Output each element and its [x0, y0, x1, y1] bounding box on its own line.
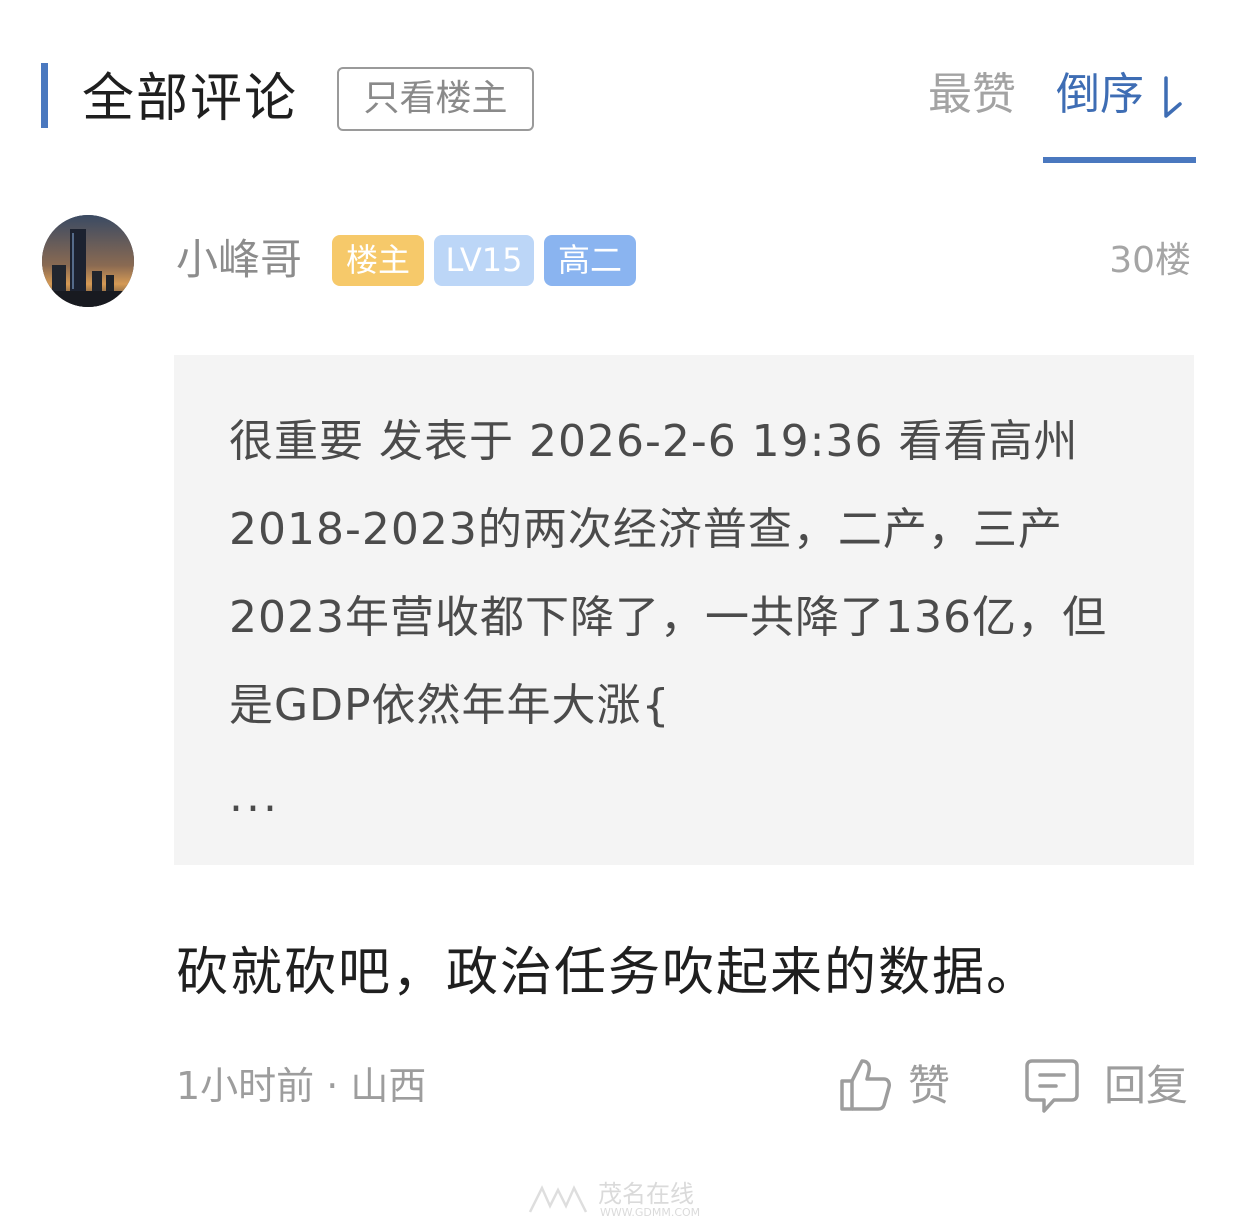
quoted-comment[interactable]: 很重要 发表于 2026-2-6 19:36 看看高州2018-2023的两次经…: [174, 355, 1194, 865]
like-button[interactable]: 赞: [838, 1053, 958, 1119]
reply-label: 回复: [1104, 1061, 1189, 1110]
op-badge: 楼主: [332, 235, 424, 286]
page-title: 全部评论: [82, 69, 299, 129]
sort-most-liked-tab[interactable]: 最赞: [928, 64, 1016, 126]
comments-header: 全部评论 只看楼主 最赞 倒序: [0, 0, 1239, 170]
grade-badge: 高二: [544, 235, 636, 286]
site-logo-icon: [528, 1185, 588, 1213]
thumbs-up-icon: [840, 1059, 891, 1111]
comment-meta: 1小时前 · 山西: [176, 1064, 427, 1108]
arrow-down-icon[interactable]: [1156, 74, 1186, 122]
watermark: 茂名在线 WWW.GDMM.COM: [528, 1180, 728, 1220]
username[interactable]: 小峰哥: [176, 230, 302, 290]
only-op-button[interactable]: 只看楼主: [337, 67, 534, 131]
sort-descending-tab[interactable]: 倒序: [1056, 64, 1144, 126]
floor-number: 30楼: [1109, 240, 1191, 281]
like-label: 赞: [908, 1061, 951, 1110]
reply-button[interactable]: 回复: [1024, 1053, 1194, 1119]
avatar[interactable]: [42, 215, 134, 307]
quote-more-ellipsis: ...: [229, 771, 280, 822]
watermark-url: WWW.GDMM.COM: [600, 1206, 701, 1219]
active-sort-indicator: [1043, 157, 1196, 163]
level-badge: LV15: [434, 235, 534, 286]
quoted-comment-text: 很重要 发表于 2026-2-6 19:36 看看高州2018-2023的两次经…: [229, 416, 1107, 731]
comment-page: 全部评论 只看楼主 最赞 倒序 小峰哥 楼主 LV15 高二 30楼 很重要 发…: [0, 0, 1239, 1223]
watermark-name: 茂名在线: [598, 1180, 694, 1208]
avatar-image: [42, 215, 134, 307]
comment-icon: [1025, 1059, 1079, 1113]
header-accent-bar: [41, 63, 48, 128]
comment-text: 砍就砍吧，政治任务吹起来的数据。: [176, 943, 1041, 1003]
